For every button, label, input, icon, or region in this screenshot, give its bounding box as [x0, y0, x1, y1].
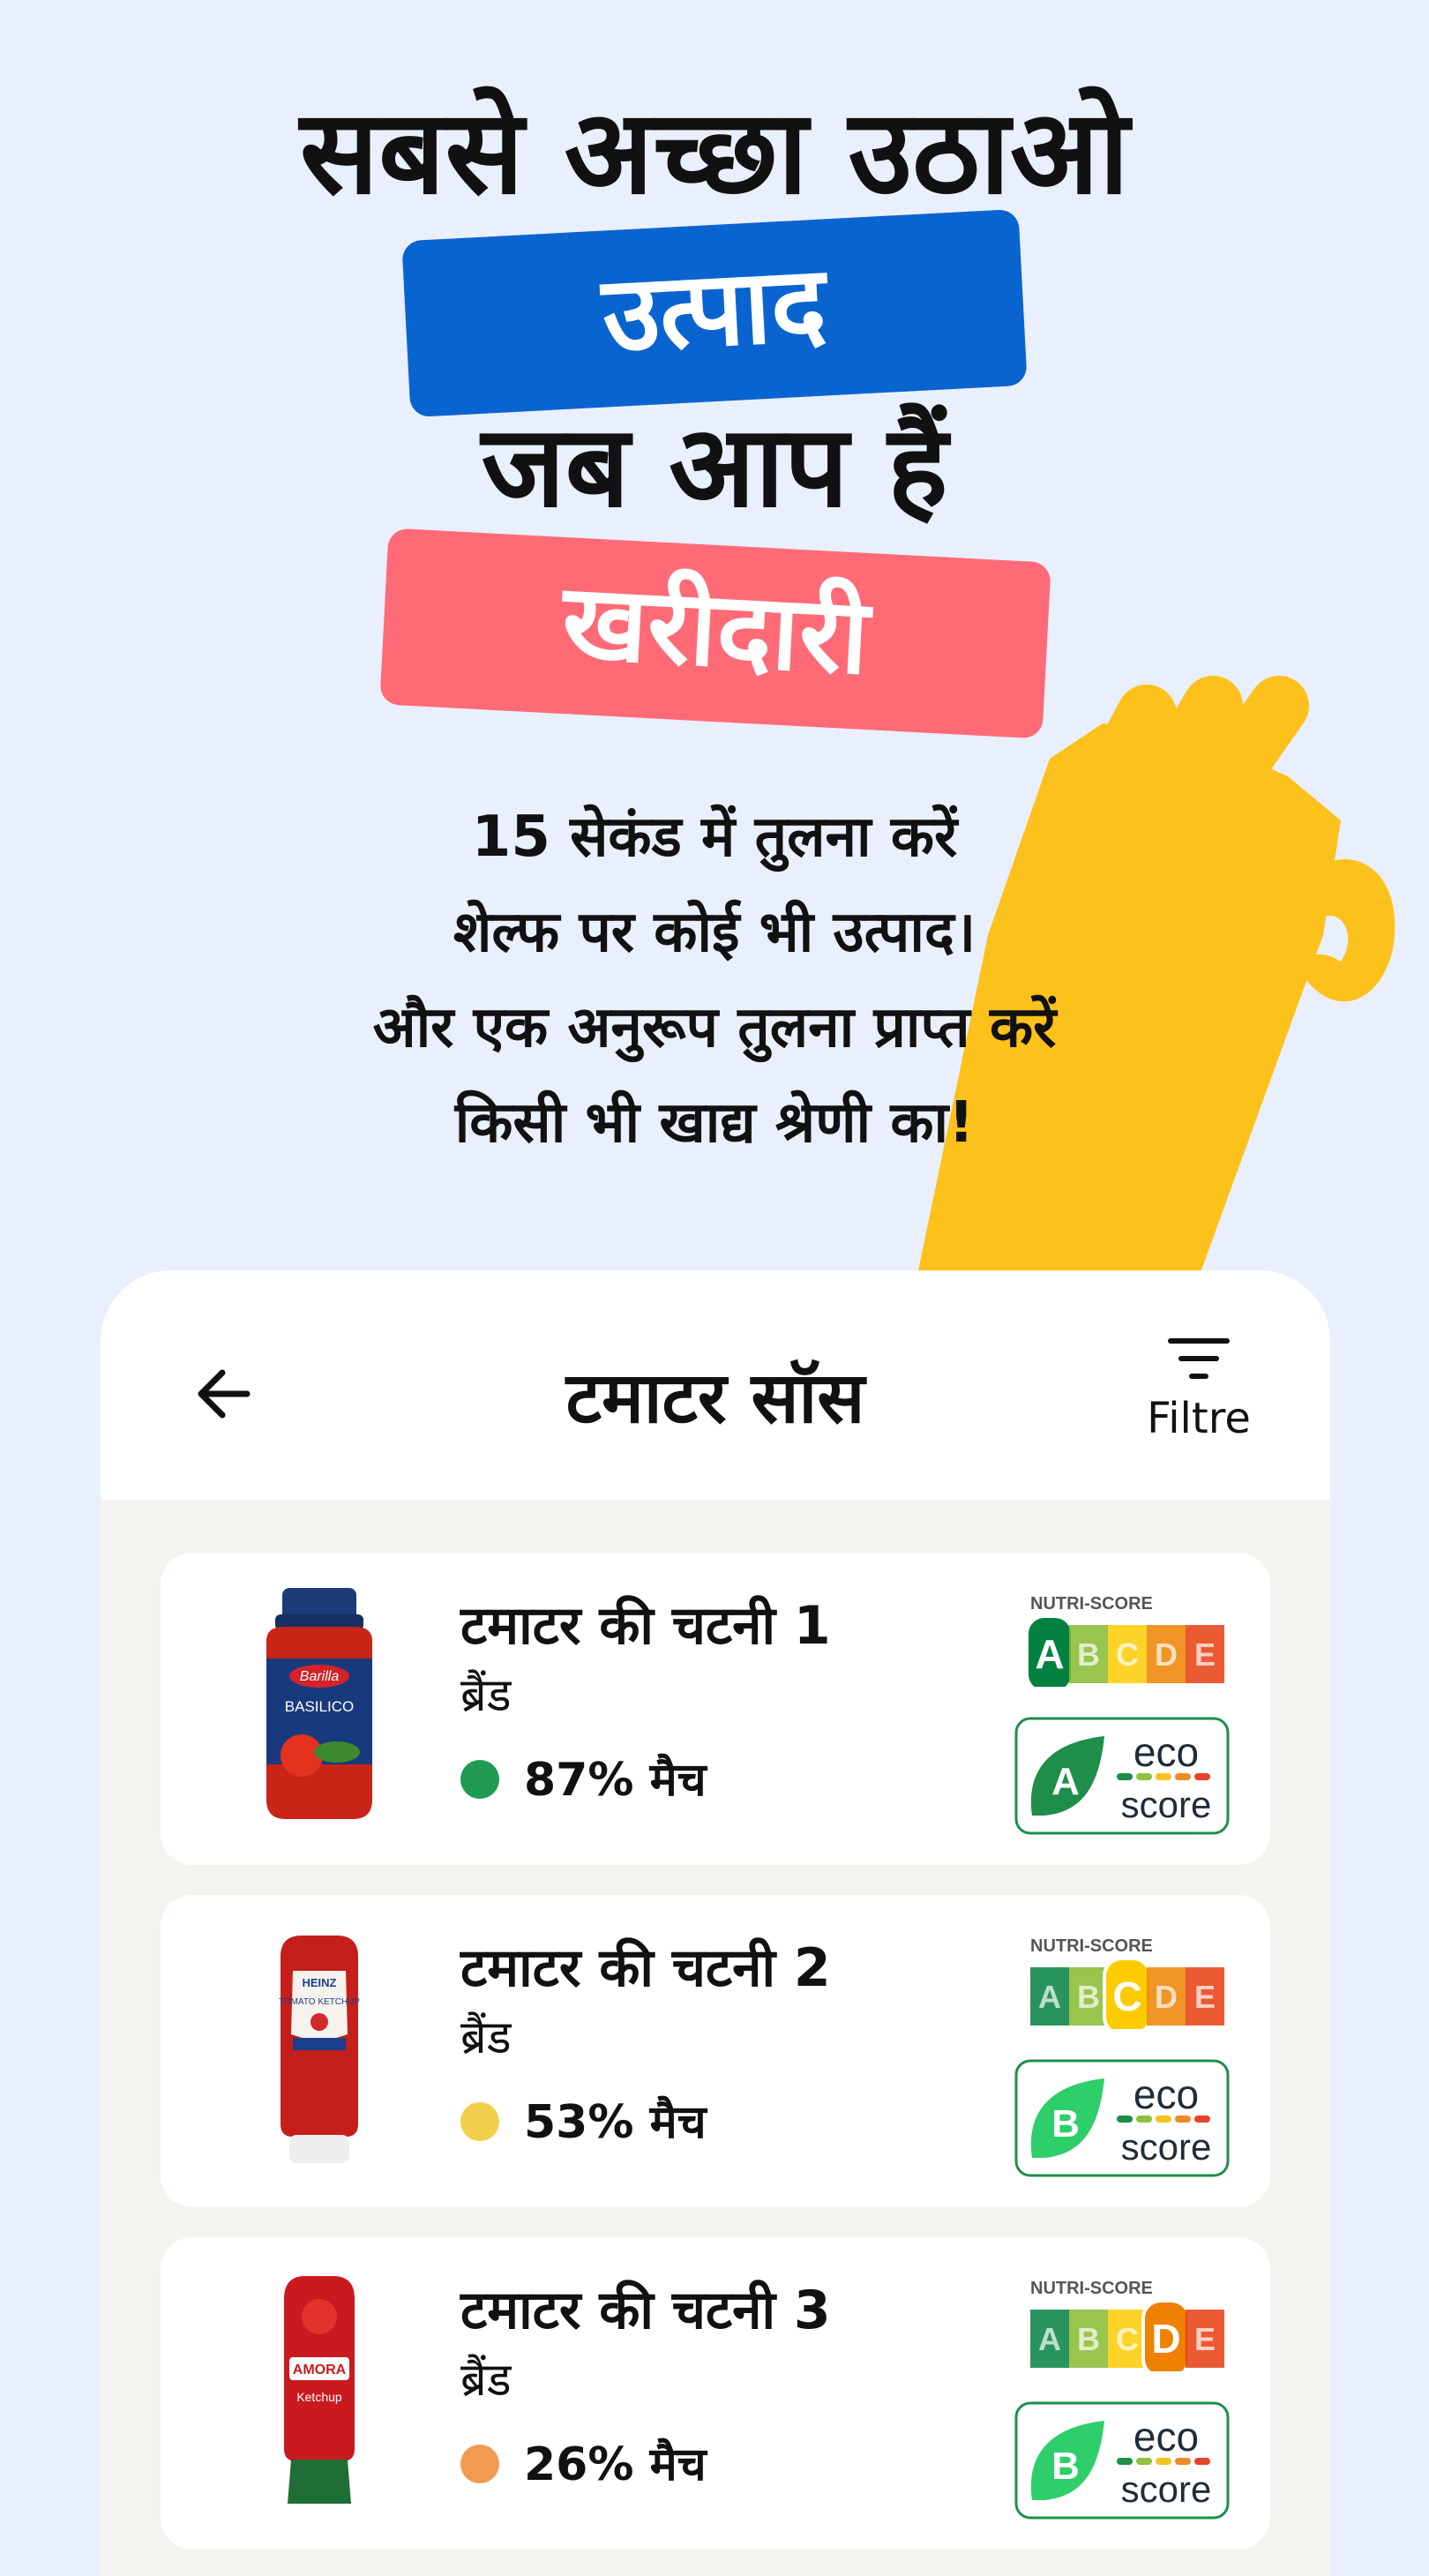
product-name: टमाटर की चटनी 1: [460, 1595, 831, 1657]
eco-score-stripe: [1175, 2115, 1191, 2123]
top-app-bar: टमाटर सॉस Filtre: [101, 1270, 1330, 1500]
nutri-score-letter: C: [1116, 2321, 1139, 2357]
filter-button[interactable]: Filtre: [1133, 1332, 1265, 1464]
match-indicator: 53% मैच: [460, 2087, 707, 2158]
nutri-score-label: NUTRI-SCORE: [1030, 1936, 1153, 1956]
eco-score-grade: B: [1051, 2445, 1080, 2488]
jar-label-text: TOMATO KETCHUP: [279, 1997, 361, 2007]
eco-score-stripe: [1156, 1773, 1171, 1780]
nutri-score-badge: NUTRI-SCORE A B C D E: [1030, 1936, 1224, 2029]
product-card[interactable]: AMORA Ketchup टमाटर की चटनी 3 ब्रैंड 26%…: [161, 2237, 1270, 2550]
nutri-score-letter: B: [1077, 2321, 1100, 2357]
nutri-score-letter: E: [1194, 1979, 1216, 2015]
nutri-score-letter: A: [1038, 1979, 1061, 2015]
match-dot: [460, 1760, 499, 1799]
jar-label-text: Ketchup: [296, 2390, 342, 2404]
nutri-score-letter: E: [1194, 1636, 1216, 1673]
eco-score-stripe: [1136, 2458, 1152, 2465]
jar-brand-text: Barilla: [300, 1669, 340, 1684]
product-image-ketchup-bottle: AMORA Ketchup: [284, 2276, 355, 2504]
eco-score-grade: A: [1051, 1760, 1080, 1803]
nutri-score-letter: D: [1155, 1636, 1178, 1673]
eco-score-badge: Aeco score: [1014, 1717, 1230, 1835]
nutri-score-letter: D: [1151, 2316, 1180, 2362]
eco-score-stripe: [1136, 2115, 1152, 2123]
eco-score-word: score: [1121, 2468, 1212, 2510]
nutri-score-letter: C: [1116, 1636, 1139, 1673]
eco-score-stripe: [1117, 1773, 1133, 1780]
match-dot: [460, 2445, 499, 2483]
eco-score-word: eco: [1133, 2414, 1199, 2460]
product-card[interactable]: HEINZ TOMATO KETCHUP टमाटर की चटनी 2 ब्र…: [161, 1895, 1270, 2207]
eco-score-stripe: [1136, 1773, 1152, 1780]
jar-brand-text: HEINZ: [303, 1976, 337, 1989]
nutri-score-letter: D: [1155, 1979, 1178, 2015]
eco-score-stripe: [1156, 2115, 1171, 2123]
hero-banner: सबसे अच्छा उठाओ उत्पाद जब आप हैं खरीदारी…: [0, 0, 1429, 1275]
eco-score-grade: B: [1051, 2102, 1080, 2145]
eco-score-stripe: [1194, 2458, 1210, 2465]
hero-subtitle: 15 सेकंड में तुलना करें शेल्फ पर कोई भी …: [0, 790, 1429, 1171]
hero-subtitle-line: किसी भी खाद्य श्रेणी का!: [454, 1090, 975, 1156]
product-name: टमाटर की चटनी 3: [460, 2280, 831, 2341]
hero-subtitle-line: और एक अनुरूप तुलना प्राप्त करें: [372, 995, 1057, 1060]
nutri-score-label: NUTRI-SCORE: [1030, 2279, 1153, 2298]
match-indicator: 26% मैच: [460, 2430, 707, 2500]
nutri-score-letter: A: [1035, 1631, 1064, 1677]
product-image-ketchup-bottle: HEINZ TOMATO KETCHUP: [279, 1936, 361, 2163]
match-text: 87% मैच: [524, 1754, 707, 1807]
phone-screen: टमाटर सॉस Filtre Barilla BASILICO टमाटर …: [101, 1270, 1330, 2576]
eco-score-word: eco: [1133, 1729, 1199, 1775]
match-indicator: 87% मैच: [460, 1745, 707, 1816]
eco-score-stripe: [1117, 2115, 1133, 2123]
hero-subtitle-line: शेल्फ पर कोई भी उत्पाद।: [453, 900, 976, 965]
nutri-score-letter: E: [1194, 2321, 1216, 2357]
eco-score-stripe: [1156, 2458, 1171, 2465]
match-text: 26% मैच: [524, 2438, 707, 2491]
eco-score-stripe: [1117, 2458, 1133, 2465]
nutri-score-badge: NUTRI-SCORE A B C D E: [1025, 1594, 1224, 1687]
eco-score-stripe: [1175, 1773, 1191, 1780]
nutri-score-letter: B: [1077, 1979, 1100, 2015]
match-text: 53% मैच: [524, 2096, 707, 2149]
eco-score-badge: Beco score: [1014, 2059, 1230, 2177]
eco-score-word: score: [1121, 2126, 1212, 2168]
jar-brand-text: AMORA: [293, 2363, 347, 2378]
hero-subtitle-line: 15 सेकंड में तुलना करें: [471, 805, 958, 870]
filter-icon: [1168, 1338, 1230, 1379]
eco-score-badge: Beco score: [1014, 2401, 1230, 2520]
eco-score-word: eco: [1133, 2071, 1199, 2117]
nutri-score-letter: C: [1112, 1973, 1141, 2019]
eco-score-stripe: [1194, 2115, 1210, 2123]
nutri-score-letter: B: [1077, 1636, 1100, 1673]
nutri-score-label: NUTRI-SCORE: [1030, 1594, 1153, 1614]
nutri-score-letter: A: [1038, 2321, 1061, 2357]
jar-label-text: BASILICO: [285, 1698, 354, 1715]
eco-score-stripe: [1194, 1773, 1210, 1780]
eco-score-word: score: [1121, 1784, 1212, 1825]
nutri-score-badge: NUTRI-SCORE A B C D E: [1030, 2279, 1224, 2371]
product-brand: ब्रैंड: [460, 1669, 512, 1722]
product-brand: ब्रैंड: [460, 2354, 512, 2407]
product-brand: ब्रैंड: [460, 2011, 512, 2064]
eco-score-stripe: [1175, 2458, 1191, 2465]
match-dot: [460, 2102, 499, 2141]
product-name: टमाटर की चटनी 2: [460, 1937, 831, 1999]
product-image-jar: Barilla BASILICO: [266, 1588, 372, 1819]
product-card[interactable]: Barilla BASILICO टमाटर की चटनी 1 ब्रैंड …: [161, 1553, 1270, 1865]
filter-label: Filtre: [1147, 1394, 1251, 1443]
